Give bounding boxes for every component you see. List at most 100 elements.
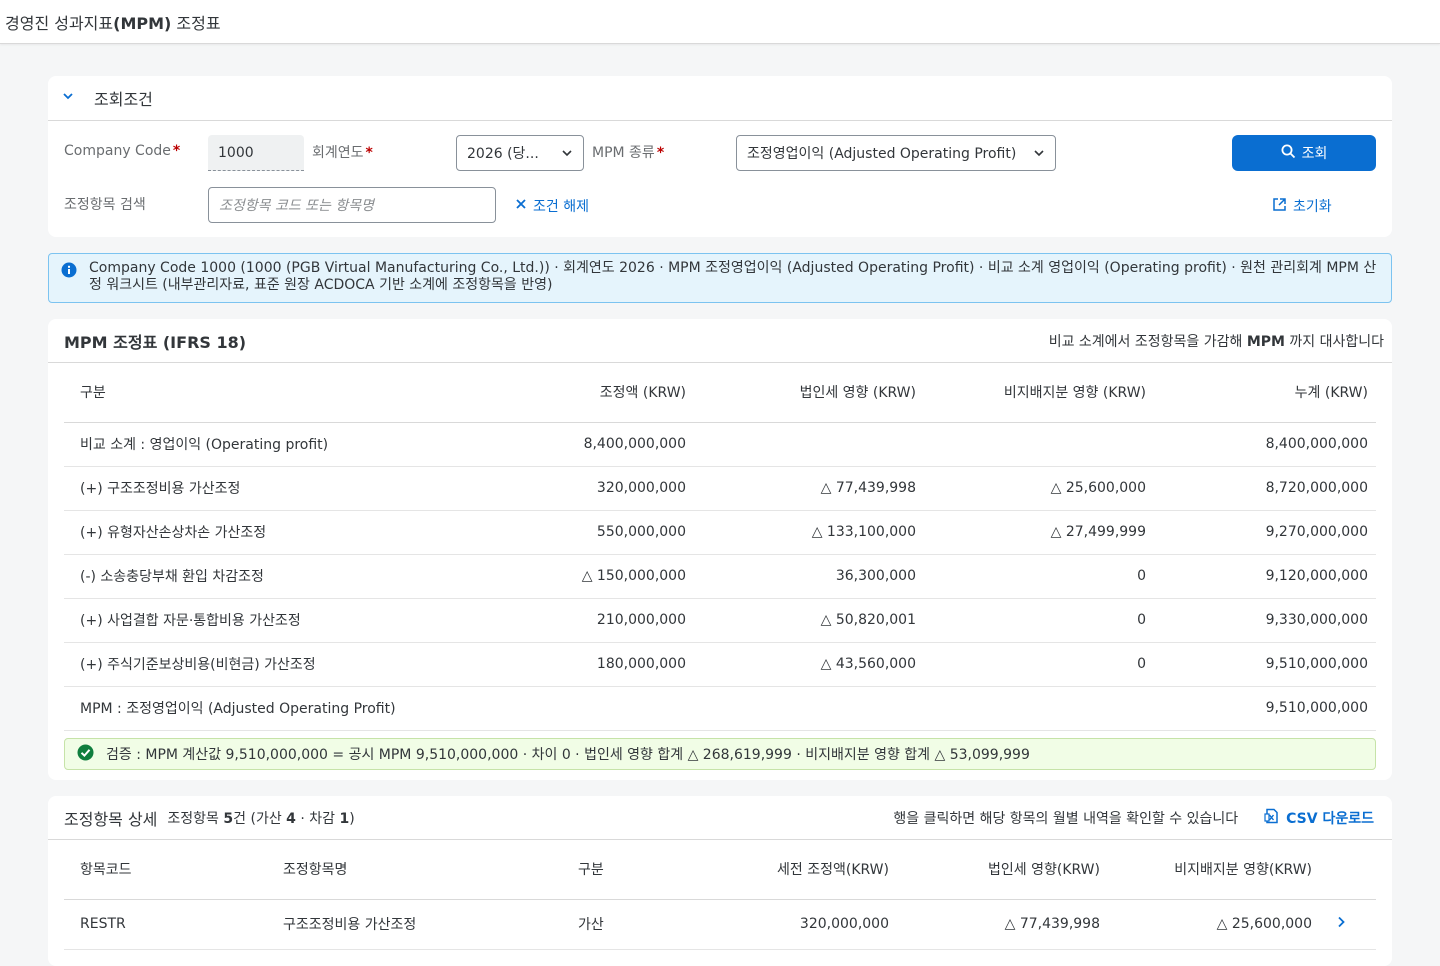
adjustment-cell: △ 150,000,000 <box>464 554 694 599</box>
shell-bar: 경영진 성과지표(MPM) 조정표 <box>0 0 1440 44</box>
item-name-cell: 구조조정비용 가산조정 <box>267 899 562 950</box>
adjustment-cell: 210,000,000 <box>464 598 694 643</box>
cumulative-cell: 9,510,000,000 <box>1154 642 1376 687</box>
cumulative-cell: 9,330,000,000 <box>1154 598 1376 643</box>
column-header[interactable]: 비지배지분 영향(KRW) <box>1108 840 1320 900</box>
pretax-cell: 320,000,000 <box>682 899 897 950</box>
filter-title: 조회조건 <box>94 90 153 109</box>
table-row[interactable]: (-) 소송충당부채 환입 차감조정 △ 150,000,000 36,300,00… <box>64 554 1376 599</box>
chevron-down-icon <box>1033 147 1045 163</box>
info-strip: Company Code 1000 (1000 (PGB Virtual Man… <box>48 253 1392 303</box>
column-header[interactable]: 조정액 (KRW) <box>464 363 694 423</box>
filter-header[interactable]: 조회조건 <box>48 76 1392 121</box>
detail-hint: 행을 클릭하면 해당 항목의 월별 내역을 확인할 수 있습니다 <box>893 810 1239 827</box>
fiscal-year-label: 회계연도 * <box>312 145 373 161</box>
check-circle-icon <box>77 744 94 765</box>
row-label: (+) 주식기준보상비용(비현금) 가산조정 <box>64 642 464 687</box>
column-header[interactable]: 구분 <box>562 840 682 900</box>
external-link-icon <box>1272 197 1287 216</box>
nci-cell: △ 25,600,000 <box>1108 899 1320 950</box>
search-input[interactable]: 조정항목 코드 또는 항목명 <box>208 187 496 223</box>
verification-banner: 검증 : MPM 계산값 9,510,000,000 = 공시 MPM 9,51… <box>64 738 1376 770</box>
column-header[interactable]: 조정항목명 <box>267 840 562 900</box>
table-row[interactable]: (+) 사업결합 자문·통합비용 가산조정 210,000,000 △ 50,820… <box>64 598 1376 643</box>
table-row[interactable]: RESTR 구조조정비용 가산조정 가산 320,000,000 △ 77,43… <box>64 899 1376 950</box>
mpm-title: MPM 조정표 (IFRS 18) <box>64 332 247 352</box>
nci-cell: △ 27,499,999 <box>924 510 1154 555</box>
table-row[interactable]: (+) 주식기준보상비용(비현금) 가산조정 180,000,000 △ 43,56… <box>64 642 1376 687</box>
detail-card: 조정항목 상세 조정항목 5건 (가산 4 · 차감 1) 행을 클릭하면 해당… <box>48 796 1392 966</box>
verification-text: 검증 : MPM 계산값 9,510,000,000 = 공시 MPM 9,51… <box>106 747 1030 763</box>
table-row[interactable]: 비교 소계 : 영업이익 (Operating profit) 8,400,000… <box>64 422 1376 467</box>
company-code-label: Company Code * <box>64 143 181 159</box>
fiscal-year-select[interactable]: 2026 (당... <box>456 135 584 171</box>
tax-cell: △ 50,820,001 <box>694 598 924 643</box>
info-text: Company Code 1000 (1000 (PGB Virtual Man… <box>89 260 1377 293</box>
column-header[interactable]: 비지배지분 영향 (KRW) <box>924 363 1154 423</box>
nci-cell: 0 <box>924 554 1154 599</box>
tax-cell: △ 77,439,998 <box>694 466 924 511</box>
nci-cell <box>924 422 1154 467</box>
page-title: 경영진 성과지표(MPM) 조정표 <box>5 13 221 33</box>
tax-cell <box>694 686 924 731</box>
tax-cell: 36,300,000 <box>694 554 924 599</box>
row-label: MPM : 조정영업이익 (Adjusted Operating Profit) <box>64 686 464 731</box>
detail-count: 조정항목 5건 (가산 4 · 차감 1) <box>167 810 355 827</box>
cumulative-cell: 9,270,000,000 <box>1154 510 1376 555</box>
cumulative-cell: 9,120,000,000 <box>1154 554 1376 599</box>
nci-cell: △ 25,600,000 <box>924 466 1154 511</box>
row-label: (-) 소송충당부채 환입 차감조정 <box>64 554 464 599</box>
adjustment-cell: 550,000,000 <box>464 510 694 555</box>
column-header[interactable]: 항목코드 <box>64 840 267 900</box>
search-icon <box>1281 144 1296 163</box>
table-row[interactable]: (+) 구조조정비용 가산조정 320,000,000 △ 77,439,998 △ … <box>64 466 1376 511</box>
filter-card: 조회조건 Company Code * 1000 회계연도 * 2026 (당...… <box>48 76 1392 237</box>
cumulative-cell: 9,510,000,000 <box>1154 686 1376 731</box>
query-button[interactable]: 조회 <box>1232 135 1376 171</box>
mpm-table-card: MPM 조정표 (IFRS 18) 비교 소계에서 조정항목을 가감해 MPM … <box>48 319 1392 780</box>
table-header-row: 항목코드 조정항목명 구분 세전 조정액(KRW) 법인세 영향(KRW) 비지… <box>64 840 1376 900</box>
search-label: 조정항목 검색 <box>64 197 146 213</box>
column-header[interactable]: 법인세 영향 (KRW) <box>694 363 924 423</box>
tax-cell: △ 133,100,000 <box>694 510 924 555</box>
chevron-down-icon[interactable] <box>62 90 74 106</box>
nci-cell: 0 <box>924 598 1154 643</box>
column-header[interactable]: 구분 <box>64 363 464 423</box>
nci-cell <box>924 686 1154 731</box>
type-cell: 가산 <box>562 899 682 950</box>
reset-button[interactable]: 초기화 <box>1272 196 1332 216</box>
adjustment-cell: 180,000,000 <box>464 642 694 687</box>
row-label: 비교 소계 : 영업이익 (Operating profit) <box>64 422 464 467</box>
csv-download-button[interactable]: CSV 다운로드 <box>1264 808 1374 828</box>
cumulative-cell: 8,400,000,000 <box>1154 422 1376 467</box>
column-header[interactable]: 세전 조정액(KRW) <box>682 840 897 900</box>
adjustment-cell <box>464 686 694 731</box>
clear-conditions-button[interactable]: 조건 해제 <box>515 196 589 216</box>
chevron-right-icon[interactable] <box>1320 899 1376 950</box>
column-header-nav <box>1320 840 1376 900</box>
mpm-type-select[interactable]: 조정영업이익 (Adjusted Operating Profit) <box>736 135 1056 171</box>
row-label: (+) 구조조정비용 가산조정 <box>64 466 464 511</box>
adjustment-cell: 8,400,000,000 <box>464 422 694 467</box>
table-header-row: 구분 조정액 (KRW) 법인세 영향 (KRW) 비지배지분 영향 (KRW)… <box>64 363 1376 423</box>
table-row[interactable]: MPM : 조정영업이익 (Adjusted Operating Profit)… <box>64 686 1376 731</box>
close-icon <box>515 198 527 214</box>
company-code-field[interactable]: 1000 <box>208 135 304 171</box>
row-label: (+) 유형자산손상차손 가산조정 <box>64 510 464 555</box>
detail-title: 조정항목 상세 <box>64 809 158 829</box>
cumulative-cell: 8,720,000,000 <box>1154 466 1376 511</box>
adjustment-cell: 320,000,000 <box>464 466 694 511</box>
mpm-subtitle: 비교 소계에서 조정항목을 가감해 MPM 까지 대사합니다 <box>1048 333 1384 350</box>
info-icon <box>61 262 77 283</box>
detail-table: 항목코드 조정항목명 구분 세전 조정액(KRW) 법인세 영향(KRW) 비지… <box>64 840 1376 950</box>
table-row[interactable]: (+) 유형자산손상차손 가산조정 550,000,000 △ 133,100,00… <box>64 510 1376 555</box>
tax-cell: △ 43,560,000 <box>694 642 924 687</box>
chevron-down-icon <box>561 147 573 163</box>
mpm-type-label: MPM 종류 * <box>592 145 665 161</box>
tax-cell <box>694 422 924 467</box>
detail-header: 조정항목 상세 조정항목 5건 (가산 4 · 차감 1) 행을 클릭하면 해당… <box>48 796 1392 840</box>
row-label: (+) 사업결합 자문·통합비용 가산조정 <box>64 598 464 643</box>
column-header[interactable]: 법인세 영향(KRW) <box>897 840 1108 900</box>
item-code-cell: RESTR <box>64 899 267 950</box>
column-header[interactable]: 누계 (KRW) <box>1154 363 1376 423</box>
